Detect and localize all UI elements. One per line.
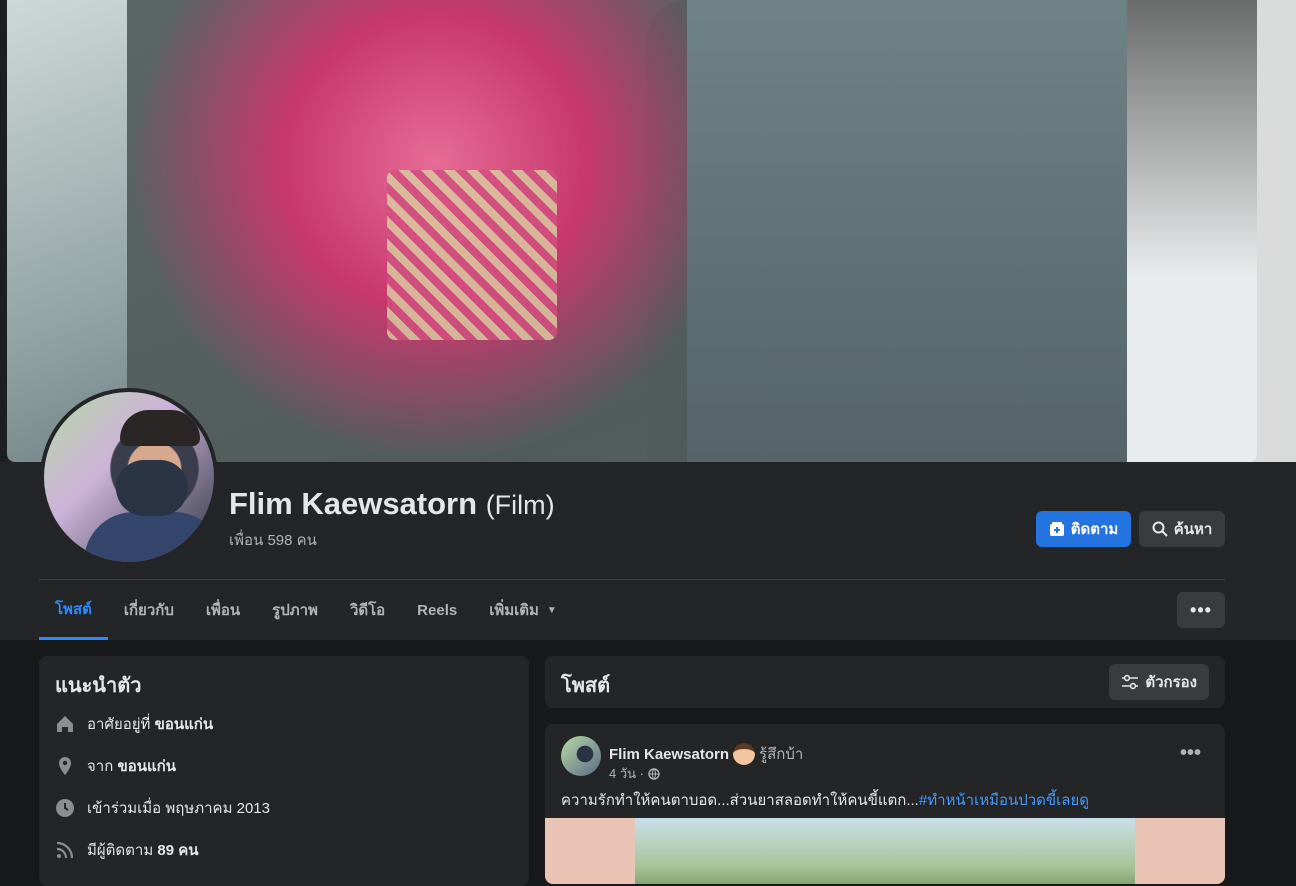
feeling-emoji-icon [733, 743, 756, 765]
profile-alt-name: (Film) [485, 490, 555, 520]
intro-value[interactable]: ขอนแก่น [117, 758, 176, 775]
tab-label: โพสต์ [55, 600, 92, 618]
avatar-mask [116, 460, 188, 516]
cover-shape [387, 170, 557, 340]
intro-card: แนะนำตัว อาศัยอยู่ที่ ขอนแก่น จาก ขอนแก่… [39, 656, 529, 886]
intro-title: แนะนำตัว [55, 675, 142, 697]
post-photo[interactable] [545, 818, 1225, 884]
tab-friends[interactable]: เพื่อน [190, 580, 256, 640]
tab-photos[interactable]: รูปภาพ [256, 580, 334, 640]
tab-label: วิดีโอ [349, 602, 386, 619]
intro-value[interactable]: ขอนแก่น [155, 716, 214, 733]
post-author-name[interactable]: Flim Kaewsatorn [609, 746, 729, 763]
tab-label: เกี่ยวกับ [123, 602, 174, 619]
tab-label: เพิ่มเติม [489, 602, 539, 619]
post-options-button[interactable]: ••• [1180, 742, 1201, 765]
follow-label: ติดตาม [1070, 521, 1119, 538]
intro-item-lives: อาศัยอยู่ที่ ขอนแก่น [55, 712, 213, 736]
tab-label: เพื่อน [205, 602, 241, 619]
intro-prefix: มีผู้ติดตาม [87, 842, 154, 859]
intro-item-joined: เข้าร่วมเมื่อ พฤษภาคม 2013 [55, 796, 270, 820]
cover-shape [647, 0, 1147, 462]
tab-posts[interactable]: โพสต์ [39, 580, 108, 640]
tab-videos[interactable]: วิดีโอ [334, 580, 401, 640]
profile-name: Flim Kaewsatorn (Film) [229, 486, 555, 522]
home-icon [55, 714, 75, 734]
post-body: ความรักทำให้คนตาบอด...ส่วนยาสลอดทำให้คนข… [561, 792, 919, 809]
profile-tabs: โพสต์ เกี่ยวกับ เพื่อน รูปภาพ วิดีโอ Ree… [39, 580, 573, 640]
intro-text: จาก ขอนแก่น [87, 754, 176, 778]
intro-item-followers: มีผู้ติดตาม 89 คน [55, 838, 199, 862]
globe-icon [648, 767, 660, 780]
clock-icon [55, 798, 75, 818]
profile-avatar[interactable] [40, 388, 218, 566]
intro-text: อาศัยอยู่ที่ ขอนแก่น [87, 712, 213, 736]
post-card: Flim Kaewsatorn รู้สึกบ้า 4 วัน · ••• คว… [545, 724, 1225, 884]
chevron-down-icon: ▼ [546, 604, 557, 616]
posts-header-card: โพสต์ ตัวกรอง [545, 656, 1225, 708]
post-author-avatar[interactable] [561, 736, 601, 776]
avatar-body [84, 512, 214, 562]
tab-label: Reels [417, 601, 458, 619]
search-button[interactable]: ค้นหา [1139, 511, 1225, 547]
follow-button[interactable]: ติดตาม [1036, 511, 1131, 547]
filter-button[interactable]: ตัวกรอง [1109, 664, 1209, 700]
rss-icon [55, 840, 75, 860]
post-feeling: รู้สึกบ้า [759, 746, 804, 763]
post-meta: 4 วัน · [609, 763, 660, 784]
post-text: ความรักทำให้คนตาบอด...ส่วนยาสลอดทำให้คนข… [561, 788, 1089, 812]
profile-name-text: Flim Kaewsatorn [229, 486, 478, 521]
intro-text: มีผู้ติดตาม 89 คน [87, 838, 199, 862]
filter-label: ตัวกรอง [1145, 674, 1197, 691]
search-label: ค้นหา [1173, 521, 1213, 538]
more-options-button[interactable]: ••• [1177, 592, 1225, 628]
tab-more[interactable]: เพิ่มเติม ▼ [473, 580, 573, 640]
tab-about[interactable]: เกี่ยวกับ [108, 580, 190, 640]
location-pin-icon [55, 756, 75, 776]
ellipsis-icon: ••• [1190, 599, 1212, 620]
tab-label: รูปภาพ [272, 602, 318, 619]
intro-item-from: จาก ขอนแก่น [55, 754, 176, 778]
search-icon [1152, 521, 1168, 537]
cover-area [0, 0, 1296, 462]
post-time[interactable]: 4 วัน · [609, 763, 644, 784]
post-photo-image [635, 818, 1135, 884]
filter-icon [1122, 674, 1139, 690]
intro-value[interactable]: 89 คน [157, 842, 198, 859]
intro-text: เข้าร่วมเมื่อ พฤษภาคม 2013 [87, 800, 270, 817]
cover-photo[interactable] [7, 0, 1257, 462]
intro-prefix: อาศัยอยู่ที่ [87, 716, 151, 733]
friends-count[interactable]: เพื่อน 598 คน [229, 528, 317, 552]
avatar-hair [120, 410, 200, 446]
cover-shape [1127, 0, 1257, 462]
posts-title: โพสต์ [561, 675, 611, 697]
intro-prefix: จาก [87, 758, 114, 775]
follow-icon [1049, 522, 1064, 536]
ellipsis-icon: ••• [1179, 742, 1201, 764]
post-hashtag[interactable]: #ทำหน้าเหมือนปวดขี้เลยดู [919, 792, 1089, 809]
tab-reels[interactable]: Reels [401, 580, 473, 640]
